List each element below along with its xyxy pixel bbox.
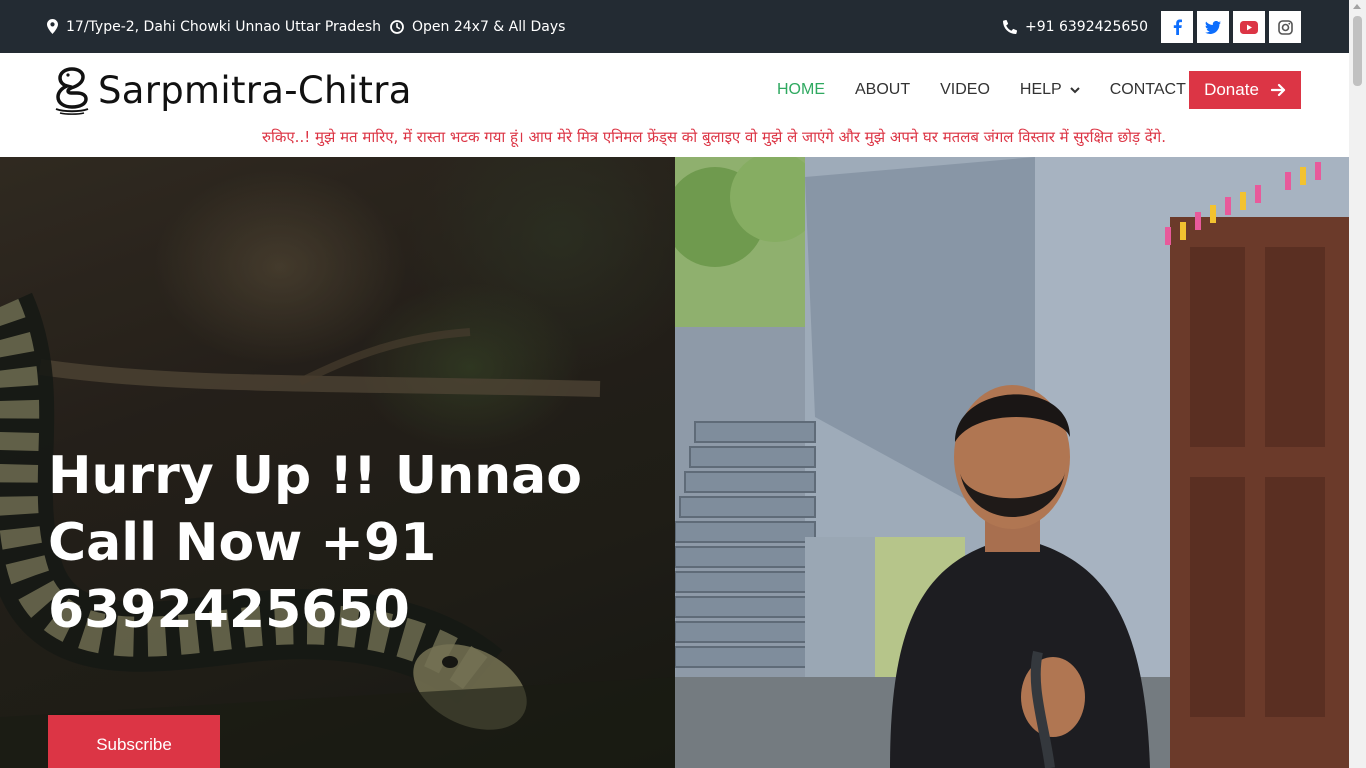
donate-button[interactable]: Donate [1189, 71, 1301, 109]
hero-title: Hurry Up !! Unnao Call Now +91 639242565… [48, 446, 582, 640]
map-marker-icon [47, 19, 58, 34]
address-info: 17/Type-2, Dahi Chowki Unnao Uttar Prade… [47, 0, 381, 53]
main-nav: HOME ABOUT VIDEO HELP CONTACT [777, 73, 1216, 107]
phone-icon [1003, 19, 1017, 34]
instagram-icon [1277, 19, 1293, 35]
facebook-icon [1173, 19, 1182, 35]
clock-icon [390, 19, 404, 34]
hours-info: Open 24x7 & All Days [390, 0, 565, 53]
main-header: Sarpmitra-Chitra HOME ABOUT VIDEO HELP C… [0, 53, 1349, 157]
arrow-right-icon [1270, 83, 1286, 97]
page-scrollbar[interactable] [1349, 0, 1366, 768]
hours-text: Open 24x7 & All Days [412, 18, 566, 35]
twitter-icon [1205, 20, 1221, 34]
hero-section: Hurry Up !! Unnao Call Now +91 639242565… [0, 157, 1349, 768]
subscribe-button[interactable]: Subscribe [48, 715, 220, 768]
facebook-link[interactable] [1161, 11, 1193, 43]
chevron-down-icon [1070, 86, 1080, 93]
social-links [1161, 11, 1301, 43]
nav-home[interactable]: HOME [777, 81, 825, 99]
phone-text: +91 6392425650 [1025, 18, 1149, 35]
scrolling-message: रुकिए..! मुझे मत मारिए, में रास्ता भटक ग… [262, 128, 1166, 146]
logo-text: Sarpmitra-Chitra [98, 68, 412, 112]
phone-info[interactable]: +91 6392425650 [1003, 0, 1148, 53]
snake-logo-icon [55, 67, 89, 115]
youtube-icon [1240, 20, 1258, 34]
donate-label: Donate [1204, 80, 1259, 99]
scrollbar-thumb[interactable] [1353, 16, 1362, 86]
address-text: 17/Type-2, Dahi Chowki Unnao Uttar Prade… [66, 18, 382, 35]
nav-video[interactable]: VIDEO [940, 81, 990, 99]
youtube-link[interactable] [1233, 11, 1265, 43]
nav-about[interactable]: ABOUT [855, 81, 910, 99]
nav-contact[interactable]: CONTACT [1110, 81, 1186, 99]
instagram-link[interactable] [1269, 11, 1301, 43]
rescuer-photo-illustration [675, 157, 1349, 768]
twitter-link[interactable] [1197, 11, 1229, 43]
site-logo[interactable]: Sarpmitra-Chitra [52, 63, 412, 117]
hero-snake-image: Hurry Up !! Unnao Call Now +91 639242565… [0, 157, 675, 768]
scroll-up-arrow-icon[interactable] [1353, 4, 1361, 9]
top-bar: 17/Type-2, Dahi Chowki Unnao Uttar Prade… [0, 0, 1349, 53]
nav-help-label: HELP [1019, 81, 1062, 98]
nav-help[interactable]: HELP [1020, 81, 1080, 99]
hero-rescuer-photo [675, 157, 1349, 768]
